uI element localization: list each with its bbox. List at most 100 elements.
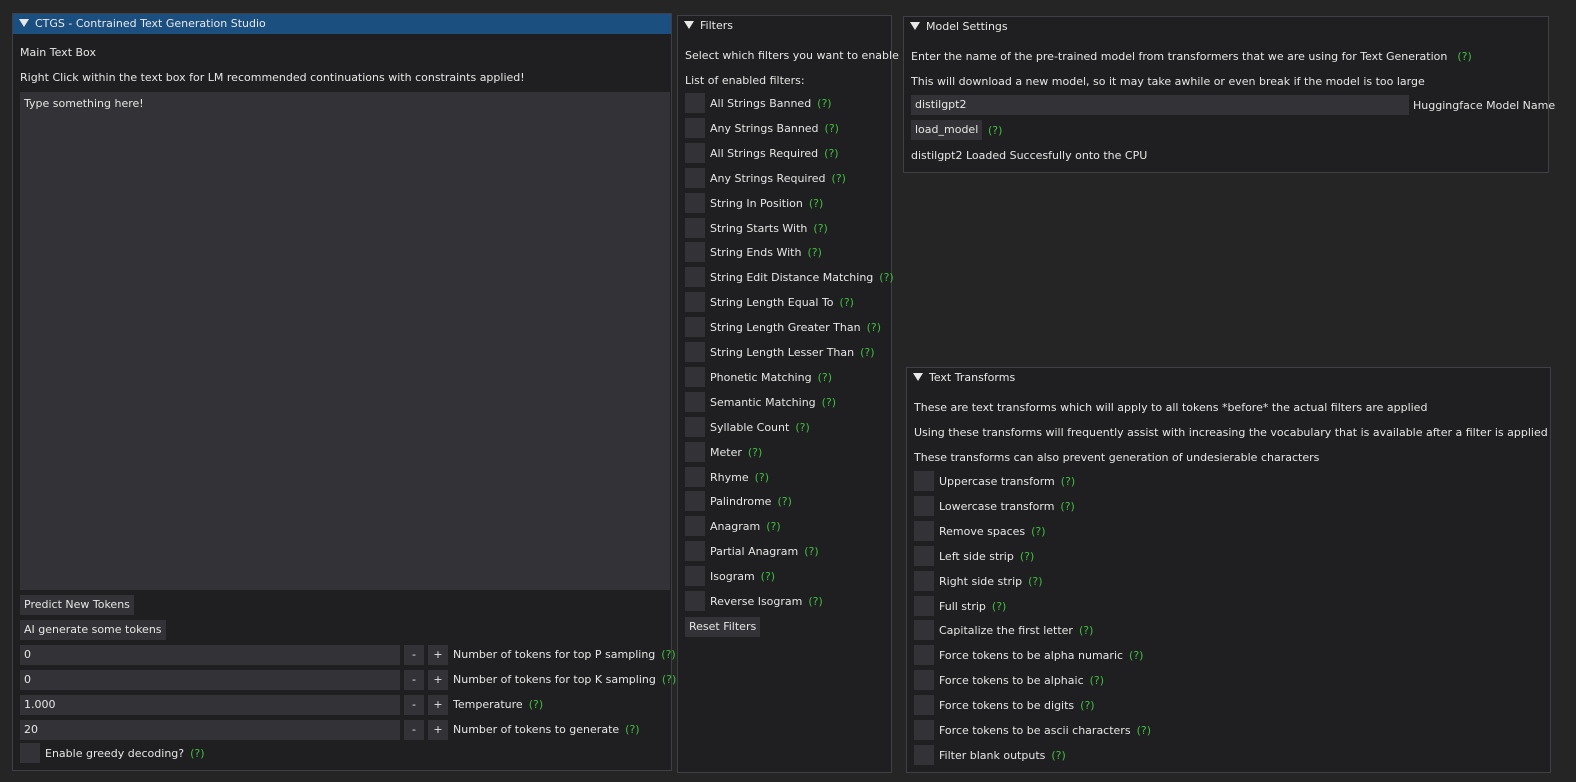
filter-checkbox-any-strings-required[interactable]	[685, 167, 705, 188]
help-marker[interactable]: (?)	[661, 648, 675, 661]
filter-checkbox-string-edit-distance-matching[interactable]	[685, 267, 705, 288]
filter-checkbox-syllable-count[interactable]	[685, 416, 705, 437]
help-marker[interactable]: (?)	[777, 495, 791, 508]
help-marker[interactable]: (?)	[190, 747, 204, 760]
help-marker[interactable]: (?)	[1020, 550, 1034, 563]
filter-checkbox-string-length-greater-than[interactable]	[685, 317, 705, 338]
filter-checkbox-semantic-matching[interactable]	[685, 391, 705, 412]
reset-filters-button[interactable]: Reset Filters	[685, 617, 761, 637]
help-marker[interactable]: (?)	[1060, 500, 1074, 513]
transform-checkbox-capitalize-the-first-letter[interactable]	[914, 620, 934, 641]
transform-checkbox-force-tokens-to-be-alpha-numaric[interactable]	[914, 645, 934, 666]
help-marker[interactable]: (?)	[755, 471, 769, 484]
help-marker[interactable]: (?)	[807, 246, 821, 259]
model-name-input[interactable]: distilgpt2	[911, 95, 1409, 115]
load-model-button[interactable]: load_model	[911, 120, 983, 140]
help-marker[interactable]: (?)	[988, 124, 1002, 137]
help-marker[interactable]: (?)	[804, 545, 818, 558]
collapse-triangle-icon[interactable]	[913, 373, 923, 381]
transform-checkbox-force-tokens-to-be-digits[interactable]	[914, 695, 934, 716]
help-marker[interactable]: (?)	[825, 122, 839, 135]
transform-checkbox-force-tokens-to-be-alphaic[interactable]	[914, 670, 934, 691]
transform-checkbox-filter-blank-outputs[interactable]	[914, 744, 934, 765]
greedy-decoding-checkbox[interactable]	[20, 743, 40, 763]
main-text-box[interactable]	[20, 92, 670, 590]
help-marker[interactable]: (?)	[822, 396, 836, 409]
num-tokens-input[interactable]: 20	[20, 720, 400, 740]
filter-checkbox-reverse-isogram[interactable]	[685, 591, 705, 611]
help-marker[interactable]: (?)	[1080, 699, 1094, 712]
help-marker[interactable]: (?)	[817, 97, 831, 110]
filter-checkbox-all-strings-banned[interactable]	[685, 93, 705, 113]
filter-checkbox-isogram[interactable]	[685, 566, 705, 587]
top-p-increment-button[interactable]: +	[428, 645, 448, 665]
help-marker[interactable]: (?)	[1079, 624, 1093, 637]
top-p-input[interactable]: 0	[20, 645, 400, 665]
collapse-triangle-icon[interactable]	[684, 21, 694, 29]
help-marker[interactable]: (?)	[992, 600, 1006, 613]
transform-checkbox-remove-spaces[interactable]	[914, 520, 934, 541]
filter-checkbox-palindrome[interactable]	[685, 491, 705, 512]
help-marker[interactable]: (?)	[879, 271, 893, 284]
filter-checkbox-anagram[interactable]	[685, 516, 705, 537]
collapse-triangle-icon[interactable]	[910, 22, 920, 30]
help-marker[interactable]: (?)	[867, 321, 881, 334]
help-marker[interactable]: (?)	[625, 723, 639, 736]
predict-new-tokens-button[interactable]: Predict New Tokens	[20, 595, 134, 615]
help-marker[interactable]: (?)	[1061, 475, 1075, 488]
help-marker[interactable]: (?)	[818, 371, 832, 384]
filter-checkbox-rhyme[interactable]	[685, 466, 705, 487]
collapse-triangle-icon[interactable]	[19, 19, 29, 27]
help-marker[interactable]: (?)	[1090, 674, 1104, 687]
num-tokens-decrement-button[interactable]: -	[404, 720, 424, 740]
temperature-increment-button[interactable]: +	[428, 695, 448, 715]
help-marker[interactable]: (?)	[840, 296, 854, 309]
temperature-decrement-button[interactable]: -	[404, 695, 424, 715]
filter-checkbox-string-length-equal-to[interactable]	[685, 292, 705, 313]
main-window-titlebar[interactable]: CTGS - Contrained Text Generation Studio	[13, 14, 671, 34]
text-transforms-titlebar[interactable]: Text Transforms	[907, 368, 1550, 388]
transform-checkbox-right-side-strip[interactable]	[914, 570, 934, 591]
help-marker[interactable]: (?)	[1028, 575, 1042, 588]
help-marker[interactable]: (?)	[1129, 649, 1143, 662]
filter-checkbox-all-strings-required[interactable]	[685, 142, 705, 163]
model-settings-titlebar[interactable]: Model Settings	[904, 17, 1548, 37]
help-marker[interactable]: (?)	[795, 421, 809, 434]
filter-checkbox-any-strings-banned[interactable]	[685, 117, 705, 138]
help-marker[interactable]: (?)	[808, 595, 822, 608]
filter-checkbox-string-in-position[interactable]	[685, 192, 705, 213]
filters-titlebar[interactable]: Filters	[678, 16, 891, 36]
help-marker[interactable]: (?)	[860, 346, 874, 359]
top-k-decrement-button[interactable]: -	[404, 670, 424, 690]
help-marker[interactable]: (?)	[1031, 525, 1045, 538]
help-marker[interactable]: (?)	[529, 698, 543, 711]
filter-checkbox-meter[interactable]	[685, 441, 705, 462]
transform-checkbox-lowercase-transform[interactable]	[914, 495, 934, 516]
ai-generate-button[interactable]: AI generate some tokens	[20, 620, 166, 640]
help-marker[interactable]: (?)	[662, 673, 676, 686]
transform-checkbox-left-side-strip[interactable]	[914, 545, 934, 566]
help-marker[interactable]: (?)	[766, 520, 780, 533]
filter-checkbox-phonetic-matching[interactable]	[685, 366, 705, 387]
help-marker[interactable]: (?)	[1457, 50, 1471, 63]
help-marker[interactable]: (?)	[761, 570, 775, 583]
top-p-decrement-button[interactable]: -	[404, 645, 424, 665]
num-tokens-increment-button[interactable]: +	[428, 720, 448, 740]
help-marker[interactable]: (?)	[813, 222, 827, 235]
help-marker[interactable]: (?)	[748, 446, 762, 459]
filter-checkbox-string-starts-with[interactable]	[685, 217, 705, 238]
filter-checkbox-string-length-lesser-than[interactable]	[685, 342, 705, 362]
top-k-input[interactable]: 0	[20, 670, 400, 690]
help-marker[interactable]: (?)	[1051, 749, 1065, 762]
help-marker[interactable]: (?)	[809, 197, 823, 210]
help-marker[interactable]: (?)	[1137, 724, 1151, 737]
help-marker[interactable]: (?)	[824, 147, 838, 160]
transform-checkbox-uppercase-transform[interactable]	[914, 471, 934, 491]
transform-checkbox-full-strip[interactable]	[914, 595, 934, 616]
filter-checkbox-string-ends-with[interactable]	[685, 242, 705, 263]
help-marker[interactable]: (?)	[832, 172, 846, 185]
transform-checkbox-force-tokens-to-be-ascii-characters[interactable]	[914, 720, 934, 740]
filter-checkbox-partial-anagram[interactable]	[685, 541, 705, 562]
temperature-input[interactable]: 1.000	[20, 695, 400, 715]
top-k-increment-button[interactable]: +	[428, 670, 448, 690]
